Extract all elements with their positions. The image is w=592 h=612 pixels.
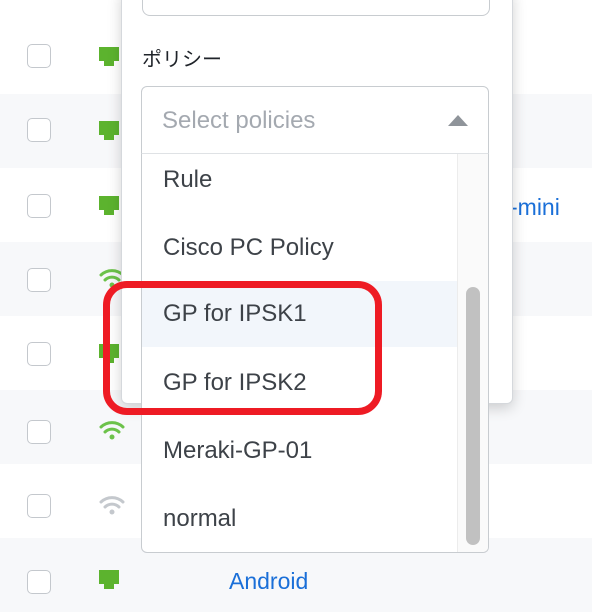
text-input-field[interactable] (142, 0, 490, 16)
dropdown-scrollbar[interactable] (457, 154, 488, 552)
row-checkbox[interactable] (27, 494, 51, 518)
device-name-link[interactable]: -mini (510, 194, 560, 221)
row-checkbox[interactable] (27, 570, 51, 594)
ethernet-icon (99, 121, 119, 140)
row-checkbox[interactable] (27, 342, 51, 366)
row-checkbox[interactable] (27, 194, 51, 218)
policy-label: ポリシー (142, 47, 222, 71)
select-placeholder: Select policies (162, 107, 316, 134)
policy-select[interactable]: Select policies (141, 86, 489, 154)
ethernet-icon (99, 196, 119, 215)
ethernet-icon (99, 570, 119, 589)
wifi-icon (99, 496, 125, 515)
policy-option[interactable]: Rule (142, 154, 460, 213)
policy-option[interactable]: normal (142, 486, 460, 552)
annotation-highlight (103, 281, 382, 415)
policy-option[interactable]: Meraki-GP-01 (142, 418, 460, 484)
ethernet-icon (99, 47, 119, 66)
scrollbar-thumb[interactable] (466, 287, 480, 545)
caret-up-icon[interactable] (448, 115, 468, 126)
device-name-link[interactable]: Android (229, 568, 308, 595)
row-checkbox[interactable] (27, 118, 51, 142)
row-checkbox[interactable] (27, 44, 51, 68)
wifi-icon (99, 421, 125, 440)
row-checkbox[interactable] (27, 268, 51, 292)
row-checkbox[interactable] (27, 420, 51, 444)
policy-option[interactable]: Cisco PC Policy (142, 215, 460, 281)
